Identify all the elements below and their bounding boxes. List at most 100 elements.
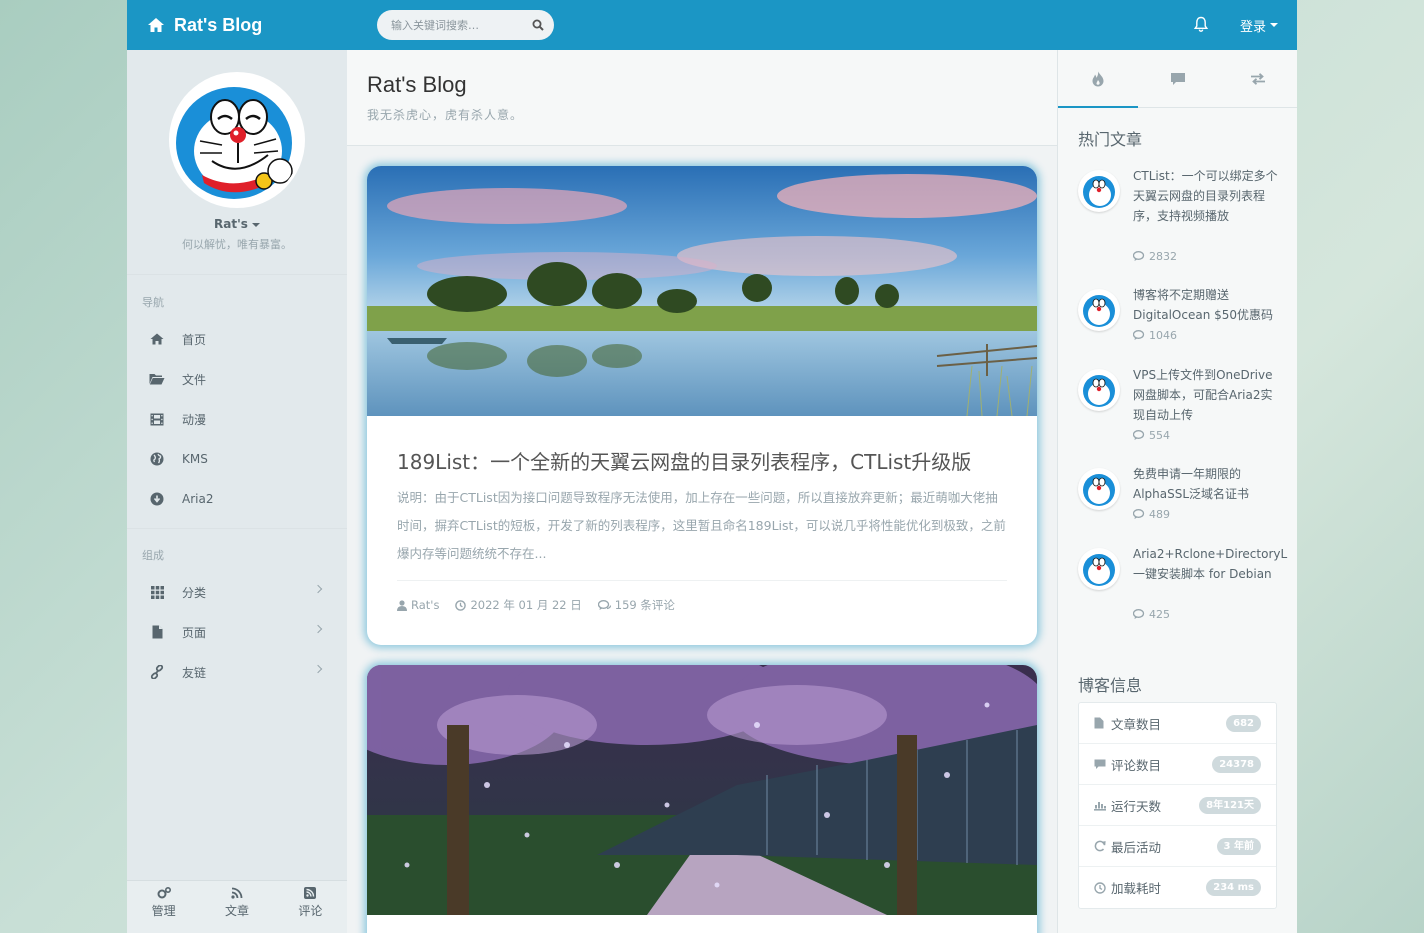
user-icon (397, 599, 407, 611)
nav-item-label: KMS (182, 452, 208, 466)
hot-post-count: 425 (1133, 608, 1170, 621)
film-icon (149, 411, 165, 427)
blog-info-list: 文章数目 682 评论数目 24378 运行天数 8年121天 最后活动 3 年… (1078, 702, 1277, 909)
chevron-right-icon (313, 624, 323, 634)
footer-button-label: 管理 (151, 904, 176, 918)
nav-item-categories[interactable]: 分类 (127, 572, 347, 612)
link-icon (149, 664, 165, 680)
post-title-link[interactable]: 189List：一个全新的天翼云网盘的目录列表程序，CTList升级版 (397, 446, 971, 475)
post-thumbnail (1078, 289, 1120, 331)
info-row-load-time: 加载耗时 234 ms (1079, 867, 1276, 908)
post-date-text: 2022 年 01 月 22 日 (470, 598, 582, 612)
nav-item-home[interactable]: 首页 (127, 319, 347, 359)
tab-random[interactable] (1218, 50, 1297, 107)
login-label: 登录 (1240, 19, 1267, 35)
hot-post-item[interactable]: 博客将不定期赠送DigitalOcean $50优惠码 1046 (1078, 285, 1283, 345)
hot-posts-heading: 热门文章 (1078, 130, 1143, 149)
info-badge: 24378 (1212, 756, 1261, 773)
info-row-last-active: 最后活动 3 年前 (1079, 826, 1276, 867)
hot-post-item[interactable]: Aria2+Rclone+DirectoryL一键安装脚本 for Debian… (1078, 544, 1288, 624)
profile-card: Rat's 何以解忧，唯有暴富。 (127, 50, 347, 275)
nav-item-kms[interactable]: KMS (127, 439, 347, 479)
tab-hot[interactable] (1058, 50, 1138, 108)
hot-post-title: Aria2+Rclone+DirectoryL一键安装脚本 for Debian (1133, 547, 1288, 581)
comments-icon (1133, 430, 1145, 440)
hot-post-count-text: 425 (1149, 608, 1170, 621)
refresh-icon (1094, 840, 1108, 852)
comment-icon (1094, 759, 1108, 770)
page-header: Rat's Blog 我无杀虎心，虎有杀人意。 (347, 50, 1057, 146)
nav-item-anime[interactable]: 动漫 (127, 399, 347, 439)
info-label: 评论数目 (1111, 757, 1162, 773)
info-row-posts: 文章数目 682 (1079, 703, 1276, 744)
post-cover-image[interactable] (367, 166, 1037, 416)
nav-item-label: 文件 (182, 372, 207, 387)
hot-post-count: 489 (1133, 508, 1170, 521)
top-header: Rat's Blog 登录 (127, 0, 1297, 50)
divider (397, 580, 1007, 581)
brand-link[interactable]: Rat's Blog (147, 0, 262, 50)
post-thumbnail (1078, 468, 1120, 510)
nav-item-aria2[interactable]: Aria2 (127, 479, 347, 519)
hot-post-title: 免费申请一年期限的AlphaSSL泛域名证书 (1133, 467, 1250, 501)
info-label: 文章数目 (1111, 716, 1162, 732)
info-row-comments: 评论数目 24378 (1079, 744, 1276, 785)
bell-icon[interactable] (1193, 16, 1209, 33)
login-dropdown[interactable]: 登录 (1240, 0, 1279, 50)
nav-item-pages[interactable]: 页面 (127, 612, 347, 652)
post-author[interactable]: Rat's (397, 598, 439, 612)
nav-item-files[interactable]: 文件 (127, 359, 347, 399)
page-subtitle: 我无杀虎心，虎有杀人意。 (367, 108, 524, 122)
bar-chart-icon (1094, 800, 1108, 811)
footer-button-label: 评论 (298, 904, 323, 918)
hot-post-count: 2832 (1133, 250, 1177, 263)
sakura-path-image (367, 665, 1037, 915)
post-thumbnail (1078, 369, 1120, 411)
caret-down-icon (251, 222, 260, 227)
post-thumbnail (1078, 170, 1120, 212)
comments-icon (1133, 251, 1145, 261)
tab-comments[interactable] (1138, 50, 1218, 107)
nav-item-label: 动漫 (182, 412, 207, 427)
nav-item-label: 分类 (182, 585, 207, 600)
hot-post-title: 博客将不定期赠送DigitalOcean $50优惠码 (1133, 288, 1274, 322)
blog-info-heading: 博客信息 (1078, 676, 1143, 695)
footer-button-admin[interactable]: 管理 (127, 881, 200, 933)
grid-icon (149, 584, 165, 600)
comments-icon (1133, 330, 1145, 340)
hot-post-item[interactable]: VPS上传文件到OneDrive网盘脚本，可配合Aria2实现自动上传 554 (1078, 365, 1283, 445)
hot-post-item[interactable]: 免费申请一年期限的AlphaSSL泛域名证书 489 (1078, 464, 1283, 524)
chevron-right-icon (313, 584, 323, 594)
footer-button-posts-rss[interactable]: 文章 (200, 881, 273, 933)
home-icon (149, 331, 165, 347)
rss-icon (231, 887, 243, 899)
search-box[interactable] (377, 10, 554, 40)
hot-post-item[interactable]: CTList：一个可以绑定多个天翼云网盘的目录列表程序，支持视频播放 2832 (1078, 166, 1283, 266)
doraemon-avatar-image (172, 75, 302, 205)
comments-icon (1133, 509, 1145, 519)
search-icon[interactable] (532, 19, 544, 31)
post-comments[interactable]: 159 条评论 (597, 597, 675, 613)
hot-post-count-text: 489 (1149, 508, 1170, 521)
avatar[interactable] (172, 75, 302, 205)
profile-motto: 何以解忧，唯有暴富。 (182, 238, 292, 251)
post-comments-text: 159 条评论 (614, 598, 675, 612)
profile-name-text: Rat's (214, 217, 248, 231)
file-icon (1094, 717, 1108, 729)
profile-name[interactable]: Rat's (127, 217, 347, 231)
compose-section-label: 组成 (142, 549, 164, 562)
rss-square-icon (304, 887, 317, 899)
footer-button-label: 文章 (224, 904, 249, 918)
post-author-name: Rat's (411, 598, 440, 612)
right-sidebar: 热门文章 CTList：一个可以绑定多个天翼云网盘的目录列表程序，支持视频播放 … (1057, 50, 1297, 933)
page-title: Rat's Blog (367, 72, 467, 97)
post-card (367, 665, 1037, 933)
post-cover-image[interactable] (367, 665, 1037, 915)
info-badge: 8年121天 (1199, 797, 1261, 814)
lake-landscape-image (367, 166, 1037, 416)
caret-down-icon (1270, 23, 1279, 27)
post-card: 189List：一个全新的天翼云网盘的目录列表程序，CTList升级版 说明：由… (367, 166, 1037, 645)
nav-item-links[interactable]: 友链 (127, 652, 347, 692)
search-input[interactable] (391, 18, 532, 32)
footer-button-comments-rss[interactable]: 评论 (274, 881, 347, 933)
